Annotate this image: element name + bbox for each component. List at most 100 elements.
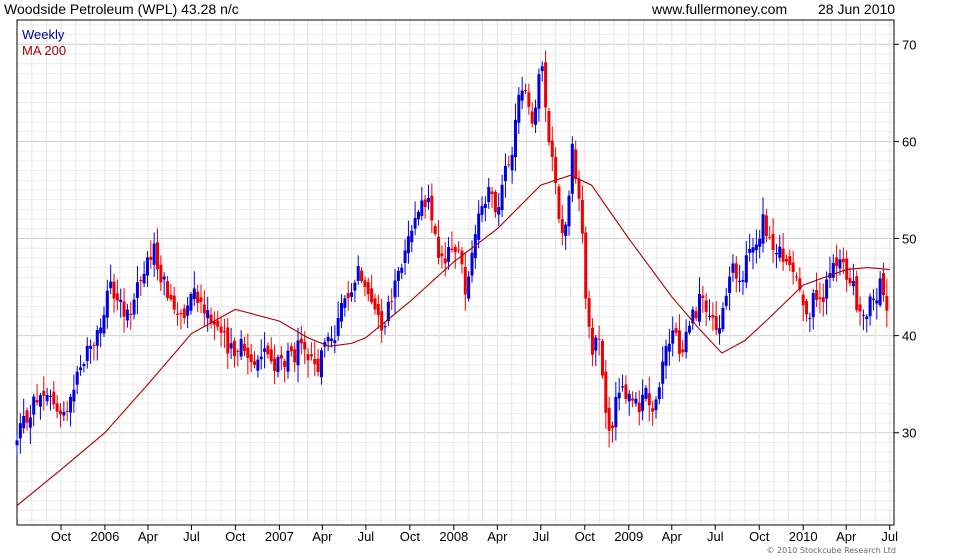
weekly-bar-up <box>192 288 196 300</box>
weekly-bar-up <box>326 336 330 342</box>
weekly-bar-down <box>550 140 554 158</box>
weekly-bar-up <box>406 236 410 254</box>
weekly-bar-down <box>574 149 578 179</box>
weekly-bar-up <box>724 295 728 306</box>
x-tick-label: 2009 <box>614 529 643 544</box>
weekly-bar-down <box>226 327 230 354</box>
weekly-bar-down <box>781 248 785 262</box>
x-tick-label: Apr <box>138 529 159 544</box>
weekly-bar-down <box>112 281 116 299</box>
weekly-bar-down <box>597 338 601 340</box>
weekly-bar-up <box>152 243 156 265</box>
weekly-bar-up <box>416 211 420 220</box>
weekly-bar-down <box>283 361 287 367</box>
x-tick-label: Jul <box>707 529 724 544</box>
weekly-bar-up <box>343 298 347 308</box>
weekly-bar-up <box>483 203 487 208</box>
weekly-bar-down <box>457 249 461 251</box>
weekly-bar-down <box>313 358 317 365</box>
weekly-bar-up <box>99 327 103 334</box>
weekly-bar-down <box>855 276 859 311</box>
x-tick-label: Jul <box>532 529 549 544</box>
weekly-bar-up <box>72 389 76 402</box>
weekly-bar-down <box>460 250 464 265</box>
weekly-bar-down <box>764 215 768 236</box>
weekly-bar-up <box>503 165 507 182</box>
weekly-bar-down <box>166 281 170 298</box>
weekly-bar-down <box>547 110 551 143</box>
weekly-bar-down <box>795 276 799 278</box>
weekly-bar-down <box>801 294 805 306</box>
weekly-bar-up <box>567 195 571 227</box>
weekly-bar-up <box>851 281 855 287</box>
weekly-bar-down <box>600 340 604 376</box>
weekly-bar-up <box>329 338 333 341</box>
weekly-bar-down <box>182 308 186 318</box>
weekly-bar-up <box>62 411 66 416</box>
weekly-bar-up <box>778 246 782 258</box>
x-tick-label: Jul <box>358 529 375 544</box>
weekly-bar-down <box>858 304 862 312</box>
weekly-bar-down <box>222 331 226 333</box>
weekly-bar-up <box>38 395 42 407</box>
weekly-bar-up <box>667 343 671 352</box>
weekly-bar-down <box>289 346 293 352</box>
weekly-bar-down <box>580 199 584 234</box>
weekly-bar-down <box>610 425 614 428</box>
weekly-bar-down <box>25 410 29 423</box>
weekly-bar-up <box>353 282 357 291</box>
weekly-bar-down <box>674 328 678 333</box>
weekly-bar-down <box>604 371 608 413</box>
price-chart: 30 40 50 60 70 Oct 2006 Apr Jul Oct 2007 Apr Jul Oct 2… <box>15 19 916 544</box>
weekly-bar-up <box>875 300 879 304</box>
x-tick-label: Jul <box>881 529 898 544</box>
x-tick-label: 2010 <box>789 529 818 544</box>
weekly-bar-down <box>279 354 283 359</box>
weekly-bar-up <box>621 386 625 388</box>
weekly-bar-up <box>340 303 344 322</box>
weekly-bar-up <box>741 280 745 282</box>
x-tick-label: 2006 <box>90 529 119 544</box>
weekly-bar-down <box>507 164 511 166</box>
weekly-bar-down <box>149 256 153 260</box>
weekly-bar-up <box>75 371 79 385</box>
weekly-bar-up <box>664 346 668 366</box>
weekly-bar-down <box>293 349 297 363</box>
weekly-bar-up <box>477 213 481 240</box>
weekly-bar-up <box>644 387 648 399</box>
weekly-bar-up <box>22 416 26 429</box>
weekly-bar-down <box>246 347 250 358</box>
weekly-bar-up <box>206 310 210 319</box>
weekly-bar-down <box>631 398 635 401</box>
weekly-bar-down <box>791 262 795 273</box>
weekly-bar-up <box>564 224 568 237</box>
weekly-bar-up <box>229 343 233 349</box>
weekly-bar-up <box>774 252 778 255</box>
y-tick-label: 50 <box>902 232 916 247</box>
weekly-bar-down <box>202 304 206 314</box>
weekly-bar-down <box>309 354 313 357</box>
weekly-bar-up <box>878 278 882 306</box>
weekly-bar-up <box>868 296 872 317</box>
weekly-bar-down <box>577 178 581 199</box>
x-tick-label: Apr <box>312 529 333 544</box>
legend-ma-200: MA 200 <box>22 43 67 58</box>
weekly-bar-down <box>784 258 788 262</box>
y-tick-label: 60 <box>902 134 916 149</box>
weekly-bar-down <box>65 410 69 412</box>
weekly-bar-down <box>249 354 253 363</box>
weekly-bar-up <box>69 396 73 413</box>
weekly-bar-up <box>400 267 404 273</box>
weekly-bar-down <box>122 301 126 317</box>
weekly-bar-up <box>79 367 83 371</box>
weekly-bar-down <box>390 301 394 303</box>
weekly-bar-down <box>156 242 160 270</box>
weekly-bar-down <box>55 403 59 412</box>
weekly-bar-down <box>242 344 246 351</box>
weekly-bar-up <box>537 74 541 109</box>
weekly-bar-up <box>186 305 190 316</box>
weekly-bar-down <box>199 297 203 302</box>
x-tick-label: 2007 <box>265 529 294 544</box>
weekly-bar-down <box>701 295 705 299</box>
weekly-bar-up <box>119 299 123 302</box>
